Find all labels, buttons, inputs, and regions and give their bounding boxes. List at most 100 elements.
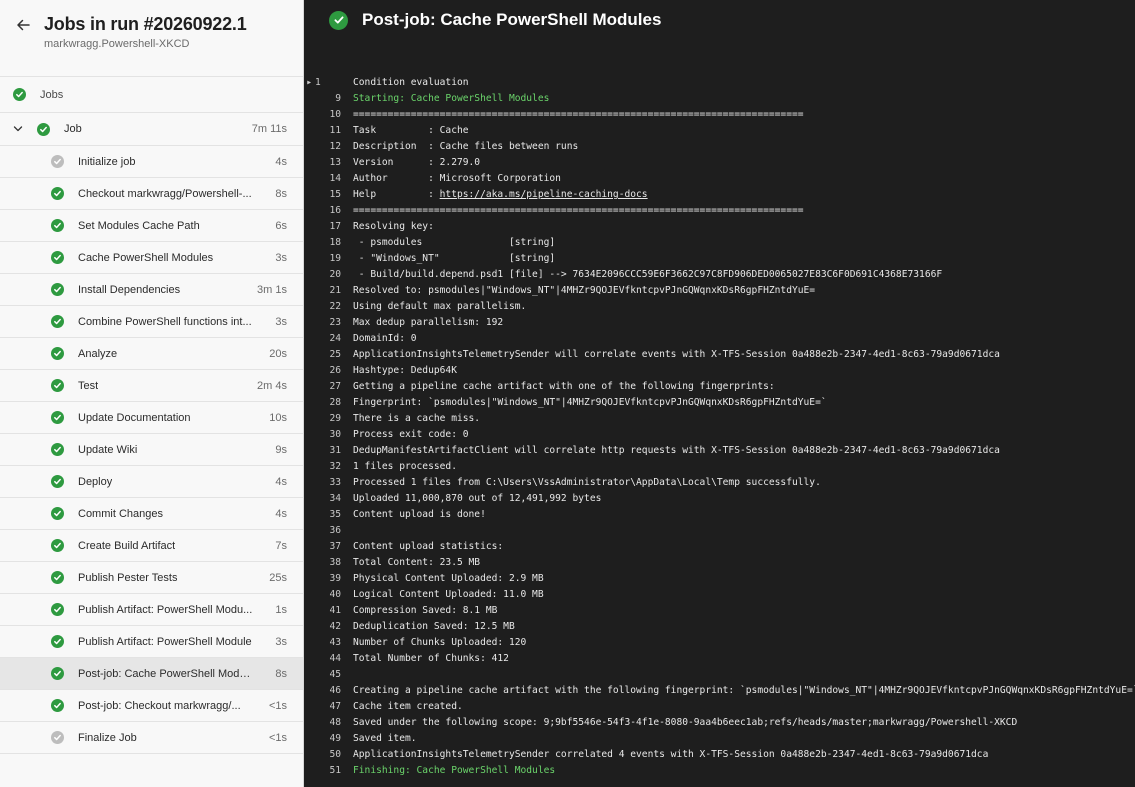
step-duration: 8s	[275, 667, 287, 680]
log-line: 9 Starting: Cache PowerShell Modules	[304, 91, 1135, 107]
step-row[interactable]: Finalize Job <1s	[0, 722, 303, 754]
step-row[interactable]: Install Dependencies 3m 1s	[0, 274, 303, 306]
line-number: 49	[329, 733, 341, 744]
log-line: 45	[304, 667, 1135, 683]
log-text: Processed 1 files from C:\Users\VssAdmin…	[353, 477, 821, 488]
log-text: Fingerprint: `psmodules|"Windows_NT"|4MH…	[353, 397, 827, 408]
log-line: 24 DomainId: 0	[304, 331, 1135, 347]
step-label: Cache PowerShell Modules	[78, 251, 214, 264]
log-text: ApplicationInsightsTelemetrySender will …	[353, 349, 1000, 360]
line-number: 30	[329, 429, 341, 440]
back-arrow-icon[interactable]	[13, 15, 33, 35]
step-row[interactable]: Commit Changes 4s	[0, 498, 303, 530]
job-duration: 7m 11s	[251, 123, 287, 135]
jobs-sidebar: Jobs in run #20260922.1 markwragg.Powers…	[0, 0, 304, 787]
step-row[interactable]: Create Build Artifact 7s	[0, 530, 303, 562]
line-number: 13	[329, 157, 341, 168]
log-text: Hashtype: Dedup64K	[353, 365, 457, 376]
step-row[interactable]: Cache PowerShell Modules 3s	[0, 242, 303, 274]
step-label: Set Modules Cache Path	[78, 219, 200, 232]
line-number: 19	[329, 253, 341, 264]
line-number: 47	[329, 701, 341, 712]
log-line: 25 ApplicationInsightsTelemetrySender wil…	[304, 347, 1135, 363]
run-subtitle: markwragg.Powershell-XKCD	[44, 38, 190, 50]
step-row[interactable]: Publish Pester Tests 25s	[0, 562, 303, 594]
log-line: 30 Process exit code: 0	[304, 427, 1135, 443]
log-text[interactable]: Condition evaluation	[345, 75, 469, 91]
line-number: 29	[329, 413, 341, 424]
line-number: 15	[329, 189, 341, 200]
step-row[interactable]: Post-job: Cache PowerShell Modu... 8s	[0, 658, 303, 690]
line-number: 36	[329, 525, 341, 536]
step-duration: <1s	[268, 699, 287, 712]
success-check-icon	[51, 347, 64, 360]
log-text: Finishing: Cache PowerShell Modules	[353, 765, 556, 776]
step-row[interactable]: Publish Artifact: PowerShell Module 3s	[0, 626, 303, 658]
line-number: 38	[329, 557, 341, 568]
log-line: 47 Cache item created.	[304, 699, 1135, 715]
success-check-icon	[51, 635, 64, 648]
line-number: 37	[329, 541, 341, 552]
line-number: 21	[329, 285, 341, 296]
step-row[interactable]: Checkout markwragg/Powershell-... 8s	[0, 178, 303, 210]
log-line: 43 Number of Chunks Uploaded: 120	[304, 635, 1135, 651]
step-row[interactable]: Update Documentation 10s	[0, 402, 303, 434]
log-text: Using default max parallelism.	[353, 301, 527, 312]
log-line: 35 Content upload is done!	[304, 507, 1135, 523]
step-row[interactable]: Update Wiki 9s	[0, 434, 303, 466]
log-text: Resolving key:	[353, 221, 434, 232]
line-number: 42	[329, 621, 341, 632]
step-row[interactable]: Post-job: Checkout markwragg/... <1s	[0, 690, 303, 722]
line-number: 26	[329, 365, 341, 376]
log-line: 16 ======================================…	[304, 203, 1135, 219]
step-duration: 7s	[275, 539, 287, 552]
log-text: Description : Cache files between runs	[353, 141, 579, 152]
log-text: - psmodules [string]	[353, 237, 556, 248]
step-duration: 1s	[275, 603, 287, 616]
log-line: 39 Physical Content Uploaded: 2.9 MB	[304, 571, 1135, 587]
log-text: Cache item created.	[353, 701, 463, 712]
help-link[interactable]: https://aka.ms/pipeline-caching-docs	[440, 189, 648, 200]
line-number: 50	[329, 749, 341, 760]
jobs-summary-row[interactable]: Jobs	[0, 76, 303, 113]
success-check-icon	[51, 219, 64, 232]
expand-triangle-icon[interactable]: ▸	[304, 75, 312, 91]
line-number: 20	[329, 269, 341, 280]
step-row[interactable]: Deploy 4s	[0, 466, 303, 498]
success-check-icon	[51, 603, 64, 616]
log-line: 31 DedupManifestArtifactClient will corre…	[304, 443, 1135, 459]
step-label: Publish Pester Tests	[78, 571, 178, 584]
step-row[interactable]: Combine PowerShell functions int... 3s	[0, 306, 303, 338]
log-line: 38 Total Content: 23.5 MB	[304, 555, 1135, 571]
log-line: 20 - Build/build.depend.psd1 [file] --> …	[304, 267, 1135, 283]
step-row[interactable]: Initialize job 4s	[0, 146, 303, 178]
step-row[interactable]: Set Modules Cache Path 6s	[0, 210, 303, 242]
step-label: Test	[78, 379, 99, 392]
line-number: 1 ▸	[304, 75, 345, 91]
run-title: Jobs in run #20260922.1	[44, 14, 247, 34]
log-line: 15 Help : https://aka.ms/pipeline-caching…	[304, 187, 1135, 203]
line-number: 12	[329, 141, 341, 152]
line-number: 46	[329, 685, 341, 696]
log-text: Number of Chunks Uploaded: 120	[353, 637, 527, 648]
step-row[interactable]: Analyze 20s	[0, 338, 303, 370]
log-line: 33 Processed 1 files from C:\Users\VssAdm…	[304, 475, 1135, 491]
step-duration: 3s	[275, 635, 287, 648]
line-number: 40	[329, 589, 341, 600]
line-number: 17	[329, 221, 341, 232]
step-label: Publish Artifact: PowerShell Module	[78, 635, 252, 648]
line-number: 14	[329, 173, 341, 184]
success-check-icon	[51, 699, 64, 712]
step-duration: 6s	[275, 219, 287, 232]
step-duration: 8s	[275, 187, 287, 200]
log-text: Creating a pipeline cache artifact with …	[353, 685, 1135, 696]
log-line: 41 Compression Saved: 8.1 MB	[304, 603, 1135, 619]
step-row[interactable]: Test 2m 4s	[0, 370, 303, 402]
step-row[interactable]: Publish Artifact: PowerShell Modu... 1s	[0, 594, 303, 626]
jobs-label: Jobs	[40, 88, 64, 101]
log-text: Total Content: 23.5 MB	[353, 557, 481, 568]
step-duration: 10s	[269, 411, 287, 424]
job-row[interactable]: Job 7m 11s	[0, 113, 303, 146]
line-number: 23	[329, 317, 341, 328]
chevron-down-icon[interactable]	[12, 123, 24, 135]
